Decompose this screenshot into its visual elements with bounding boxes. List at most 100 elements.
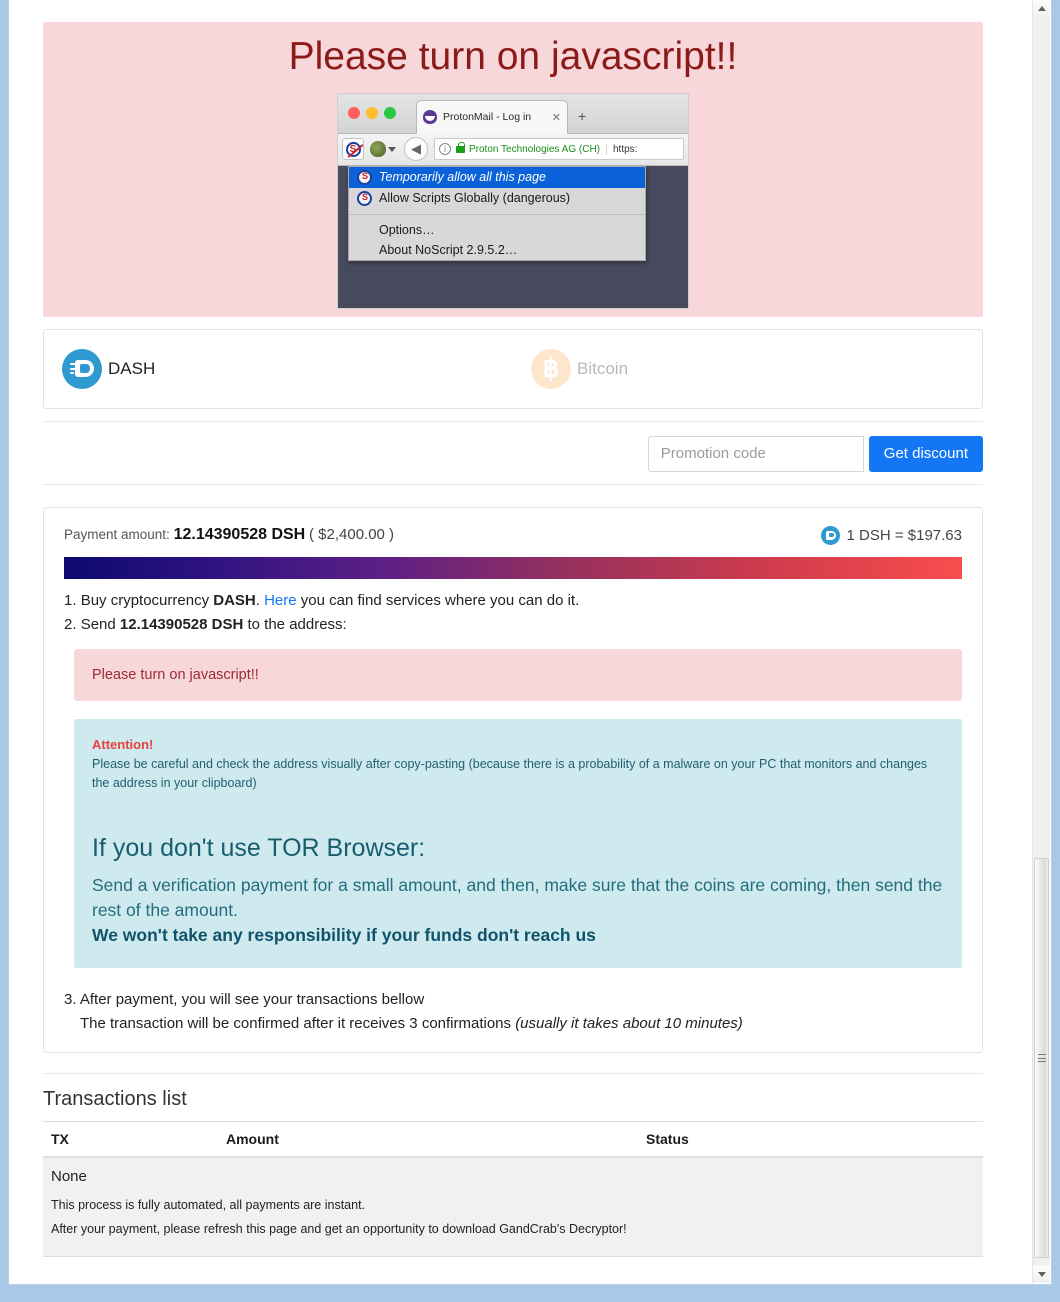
os-window-frame: Please turn on javascript!! ProtonMail -… (0, 0, 1060, 1302)
step-1-dot: . (255, 591, 265, 609)
exchange-rate: 1 DSH = $197.63 (820, 525, 963, 545)
window-close-dot-icon (348, 106, 360, 119)
step-2-number: 2. (64, 615, 77, 633)
address-javascript-warning: Please turn on javascript!! (74, 648, 962, 701)
javascript-warning-banner: Please turn on javascript!! ProtonMail -… (43, 22, 983, 317)
menu-item-label: Allow Scripts Globally (dangerous) (379, 191, 571, 206)
transactions-table: TX Amount Status None This process is fu… (43, 1121, 983, 1257)
protonmail-icon (423, 110, 437, 125)
dash-coin-icon (62, 348, 102, 389)
noscript-allow-icon (357, 169, 372, 185)
mock-tab-title: ProtonMail - Log in (443, 111, 532, 124)
table-row: None This process is fully automated, al… (43, 1157, 983, 1257)
column-header-tx: TX (43, 1121, 218, 1159)
column-header-status: Status (638, 1121, 983, 1159)
new-tab-icon: + (578, 107, 587, 124)
step-1-number: 1. (64, 591, 77, 609)
tor-browser-disclaimer: We won't take any responsibility if your… (92, 925, 596, 946)
mock-browser-toolbar: S ◀ i Proton Technologies AG (CH) https: (338, 133, 688, 166)
promotion-row: Get discount (43, 435, 983, 472)
scrollbar-thumb[interactable] (1034, 858, 1049, 1258)
promotion-code-input[interactable] (647, 435, 864, 472)
window-minimize-dot-icon (366, 106, 378, 119)
attention-text: Please be careful and check the address … (92, 756, 928, 791)
step-3-text: After payment, you will see your transac… (79, 991, 425, 1009)
tor-browser-body: Send a verification payment for a small … (92, 874, 943, 921)
browser-window: Please turn on javascript!! ProtonMail -… (8, 0, 1052, 1285)
page-title: Please turn on javascript!! (288, 35, 738, 78)
info-icon: i (439, 143, 451, 156)
progress-gradient-bar (64, 556, 962, 579)
divider (43, 1073, 983, 1075)
step-3-number: 3. (64, 991, 77, 1009)
scroll-down-button[interactable] (1033, 1266, 1050, 1283)
menu-separator (349, 213, 645, 215)
bitcoin-glyph-icon: ฿ (542, 353, 560, 383)
transactions-empty-label: None (51, 1168, 87, 1186)
scroll-up-button[interactable] (1033, 0, 1050, 17)
dash-glyph-icon (824, 530, 836, 540)
payment-step-3: 3. After payment, you will see your tran… (64, 988, 962, 1036)
step-2-pre-text: Send (80, 615, 120, 633)
vertical-scrollbar[interactable] (1032, 0, 1050, 1283)
url-text: https: (606, 143, 637, 155)
payment-step-2: 2. Send 12.14390528 DSH to the address: (64, 613, 962, 637)
dash-coin-icon-small (820, 525, 840, 545)
table-header-row: TX Amount Status (43, 1121, 983, 1159)
bitcoin-coin-icon: ฿ (531, 348, 571, 389)
menu-item-allow-globally: Allow Scripts Globally (dangerous) (349, 188, 645, 209)
transactions-empty-cell: None This process is fully automated, al… (43, 1157, 983, 1257)
step-1-post-text: you can find services where you can do i… (296, 591, 580, 609)
lock-icon (456, 141, 465, 153)
dash-speed-lines-icon (70, 363, 78, 375)
currency-tab-label-dash: DASH (108, 358, 156, 378)
close-icon: ✕ (551, 111, 561, 124)
menu-item-options: Options… (379, 222, 435, 237)
exchange-rate-text: 1 DSH = $197.63 (846, 526, 963, 544)
currency-tab-dash[interactable]: DASH (44, 348, 513, 389)
payment-amount-usd: ( $2,400.00 ) (309, 526, 395, 544)
noscript-toolbar-icon: S (342, 138, 364, 161)
currency-tab-label-bitcoin: Bitcoin (577, 358, 629, 378)
currency-selector: DASH ฿ Bitcoin (43, 328, 983, 409)
menu-item-temporarily-allow: Temporarily allow all this page (349, 166, 645, 188)
back-arrow-icon: ◀ (404, 137, 428, 162)
step-3-sub-italic: (usually it takes about 10 minutes) (515, 1015, 743, 1033)
tor-browser-heading: If you don't use TOR Browser: (92, 833, 426, 862)
payment-amount-label: Payment amount: (64, 527, 170, 543)
step-1-pre-text: Buy cryptocurrency (80, 591, 214, 609)
menu-item-about-noscript: About NoScript 2.9.5.2… (379, 242, 518, 257)
step-3-sub-pre: The transaction will be confirmed after … (80, 1015, 516, 1033)
step-1-currency: DASH (213, 591, 256, 609)
scrollbar-grip-icon (1037, 1054, 1046, 1062)
tor-onion-icon (370, 141, 386, 158)
chevron-up-icon (1037, 6, 1046, 11)
get-discount-button[interactable]: Get discount (868, 435, 983, 472)
chevron-down-icon (1037, 1272, 1046, 1277)
payment-step-1: 1. Buy cryptocurrency DASH. Here you can… (64, 589, 962, 613)
mock-browser-tab: ProtonMail - Log in ✕ (416, 99, 568, 134)
noscript-s-glyph-icon: S (345, 141, 361, 157)
certificate-org-name: Proton Technologies AG (CH) (469, 143, 600, 155)
currency-tab-bitcoin[interactable]: ฿ Bitcoin (513, 348, 982, 389)
payment-page: Please turn on javascript!! ProtonMail -… (9, 0, 1017, 1257)
step-2-amount: 12.14390528 DSH (119, 615, 244, 633)
transactions-title: Transactions list (43, 1088, 187, 1111)
payment-amount: Payment amount: 12.14390528 DSH ( $2,400… (64, 526, 394, 544)
transactions-section: Transactions list TX Amount Status None … (43, 1073, 983, 1257)
attention-box: Attention! Please be careful and check t… (74, 718, 962, 969)
column-header-amount: Amount (218, 1121, 638, 1159)
content-viewport: Please turn on javascript!! ProtonMail -… (9, 0, 1017, 1283)
mock-url-bar: i Proton Technologies AG (CH) https: (434, 138, 684, 161)
transactions-note-2: After your payment, please refresh this … (51, 1222, 627, 1237)
payment-details-card: Payment amount: 12.14390528 DSH ( $2,400… (43, 506, 983, 1054)
payment-header-row: Payment amount: 12.14390528 DSH ( $2,400… (64, 525, 963, 545)
divider (43, 483, 983, 485)
menu-item-label: Temporarily allow all this page (379, 170, 546, 185)
attention-title: Attention! (92, 736, 154, 752)
noscript-instructions-screenshot: ProtonMail - Log in ✕ + S ◀ i Proton Tec… (337, 92, 689, 309)
mock-browser-titlebar: ProtonMail - Log in ✕ + (338, 93, 688, 134)
payment-amount-value: 12.14390528 DSH (173, 526, 306, 544)
buy-crypto-here-link[interactable]: Here (264, 592, 297, 609)
step-2-post-text: to the address: (243, 615, 347, 633)
